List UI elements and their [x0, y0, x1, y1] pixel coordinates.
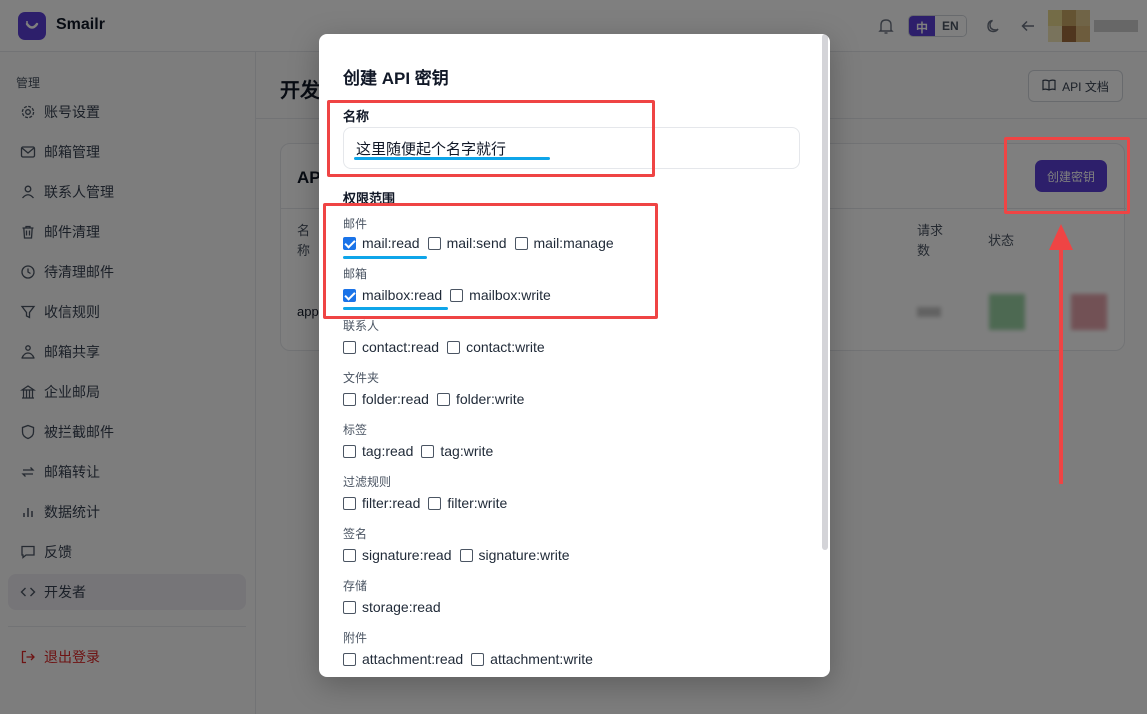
permission-group-label: 标签	[343, 423, 368, 437]
permission-label: attachment:write	[490, 651, 593, 667]
permission-filter-read[interactable]: filter:read	[343, 495, 420, 511]
permission-attachment-read[interactable]: attachment:read	[343, 651, 463, 667]
permission-checkbox[interactable]	[343, 496, 356, 510]
annotation-box-name	[327, 100, 655, 177]
permission-row: signature:read signature:write	[343, 546, 578, 564]
permission-checkbox[interactable]	[459, 548, 473, 562]
annotation-underline-name	[354, 157, 550, 160]
dialog-scrollbar[interactable]	[822, 34, 828, 550]
annotation-arrow-icon	[1049, 224, 1073, 484]
permission-group-label: 过滤规则	[343, 475, 392, 489]
permission-folder-write[interactable]: folder:write	[436, 391, 525, 407]
permission-label: storage:read	[362, 599, 441, 615]
permission-filter-write[interactable]: filter:write	[428, 495, 507, 511]
permission-label: contact:read	[362, 339, 440, 355]
permission-tag-write[interactable]: tag:write	[421, 443, 493, 459]
permission-contact-write[interactable]: contact:write	[447, 339, 545, 355]
permission-label: tag:read	[362, 443, 414, 459]
permission-row: filter:read filter:write	[343, 494, 515, 512]
annotation-underline-mailbox-read	[343, 307, 448, 310]
permission-checkbox[interactable]	[471, 652, 485, 666]
permission-label: signature:read	[362, 547, 452, 563]
permission-checkbox[interactable]	[343, 392, 356, 406]
permission-row: storage:read	[343, 598, 449, 616]
permission-label: filter:write	[447, 495, 508, 511]
permission-checkbox[interactable]	[447, 340, 461, 354]
permission-group-label: 附件	[343, 631, 368, 645]
permission-signature-read[interactable]: signature:read	[343, 547, 452, 563]
permission-group-label: 文件夹	[343, 371, 380, 385]
permission-checkbox[interactable]	[343, 340, 356, 354]
permission-group-label: 联系人	[343, 319, 380, 333]
permission-storage-read[interactable]: storage:read	[343, 599, 441, 615]
permission-contact-read[interactable]: contact:read	[343, 339, 439, 355]
permission-label: contact:write	[466, 339, 545, 355]
annotation-box-scopes	[323, 203, 658, 319]
permission-checkbox[interactable]	[343, 444, 356, 458]
permission-label: tag:write	[440, 443, 494, 459]
permission-group-label: 签名	[343, 527, 368, 541]
annotation-underline-mail-read	[343, 256, 427, 259]
permission-checkbox[interactable]	[343, 652, 356, 666]
permission-row: tag:read tag:write	[343, 442, 501, 460]
permission-label: folder:write	[455, 391, 525, 407]
dialog-title: 创建 API 密钥	[343, 69, 449, 88]
permission-attachment-write[interactable]: attachment:write	[471, 651, 593, 667]
permission-checkbox[interactable]	[343, 548, 356, 562]
annotation-box-create	[1004, 137, 1130, 214]
permission-row: folder:read folder:write	[343, 390, 532, 408]
permission-tag-read[interactable]: tag:read	[343, 443, 413, 459]
permission-row: attachment:read attachment:write	[343, 650, 601, 668]
permission-checkbox[interactable]	[343, 600, 356, 614]
permission-label: filter:read	[362, 495, 421, 511]
permission-row: contact:read contact:write	[343, 338, 553, 356]
permission-label: attachment:read	[362, 651, 464, 667]
permission-signature-write[interactable]: signature:write	[459, 547, 570, 563]
permission-checkbox[interactable]	[428, 496, 442, 510]
permission-folder-read[interactable]: folder:read	[343, 391, 429, 407]
permission-group-label: 存储	[343, 579, 368, 593]
permission-checkbox[interactable]	[436, 392, 450, 406]
permission-label: folder:read	[362, 391, 429, 407]
permission-checkbox[interactable]	[421, 444, 435, 458]
permission-label: signature:write	[478, 547, 570, 563]
